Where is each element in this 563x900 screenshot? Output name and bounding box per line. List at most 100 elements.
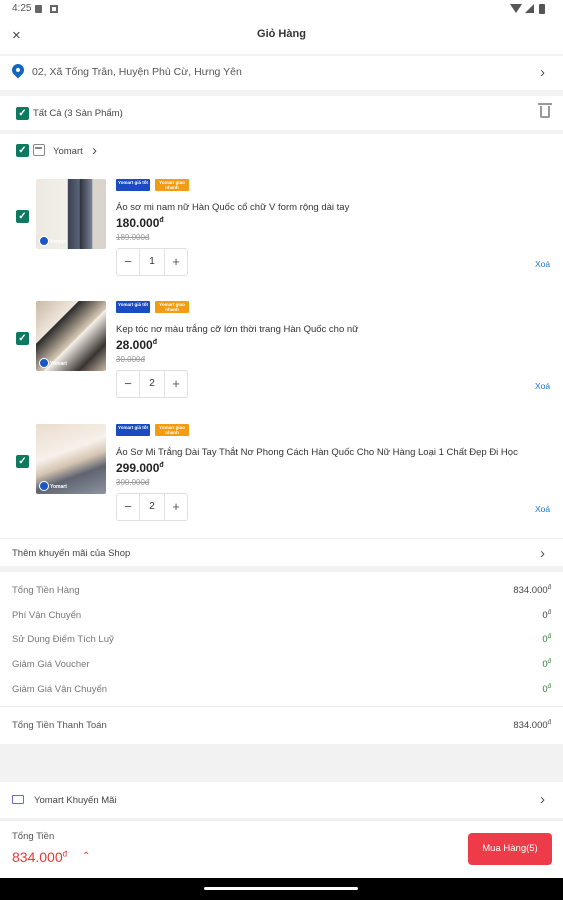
product-name[interactable]: Áo Sơ Mi Trắng Dài Tay Thắt Nơ Phong Các…: [116, 447, 518, 458]
home-indicator[interactable]: [204, 887, 358, 890]
increase-button[interactable]: +: [164, 494, 187, 520]
tag-gia-tot: Yomart giá tốt: [116, 424, 150, 436]
summary-label: Tổng Tiền Hàng: [12, 585, 80, 596]
address-text: 02, Xã Tống Trân, Huyện Phù Cừ, Hưng Yên: [32, 66, 242, 78]
address-row[interactable]: 02, Xã Tống Trân, Huyện Phù Cừ, Hưng Yên…: [0, 56, 563, 90]
product-image[interactable]: Yomart: [36, 301, 106, 371]
product-price: 299.000đ: [116, 461, 164, 475]
quantity-stepper: − 2 +: [116, 493, 188, 521]
tag-giao-nhanh: Yomart giao nhanh: [155, 179, 189, 191]
original-price: 30.000đ: [116, 355, 145, 364]
summary-value: 0đ: [542, 659, 551, 671]
status-time: 4:25: [12, 3, 32, 14]
product-name[interactable]: Áo sơ mi nam nữ Hàn Quốc cổ chữ V form r…: [116, 202, 349, 213]
yomart-promo-label: Yomart Khuyến Mãi: [34, 795, 117, 806]
quantity-stepper: − 1 +: [116, 248, 188, 276]
buy-button[interactable]: Mua Hàng(5): [468, 833, 552, 865]
chevron-right-icon[interactable]: ›: [92, 143, 97, 158]
decrease-button[interactable]: −: [117, 494, 140, 520]
quantity-value[interactable]: 2: [140, 371, 164, 397]
product-price: 180.000đ: [116, 216, 164, 230]
cart-item: ✓ Yomart Yomart giá tốt Yomart giao nhan…: [0, 424, 563, 534]
product-price: 28.000đ: [116, 338, 157, 352]
quantity-stepper: − 2 +: [116, 370, 188, 398]
shop-promo-label: Thêm khuyến mãi của Shop: [12, 548, 131, 559]
select-all-row: ✓ Tất Cả (3 Sản Phẩm): [0, 96, 563, 130]
verified-badge-icon: [39, 236, 49, 246]
summary-label: Giảm Giá Vận Chuyển: [12, 684, 108, 695]
product-name[interactable]: Kẹp tóc nơ màu trắng cỡ lớn thời trang H…: [116, 324, 359, 335]
summary-value: 0đ: [542, 684, 551, 696]
shop-checkbox[interactable]: ✓: [16, 144, 29, 157]
location-pin-icon: [9, 61, 27, 79]
grand-total-value: 834.000đ: [513, 720, 551, 732]
product-image[interactable]: Yomart: [36, 424, 106, 494]
select-all-label: Tất Cả (3 Sản Phẩm): [33, 108, 123, 119]
tag-gia-tot: Yomart giá tốt: [116, 301, 150, 313]
checkout-footer: Tổng Tiền 834.000đ ⌃ Mua Hàng(5): [0, 820, 563, 878]
shop-section: ✓ Yomart › ✓ Yomart Yomart giá tốt Yomar…: [0, 134, 563, 564]
page-title: Giỏ Hàng: [257, 28, 306, 40]
summary-value: 834.000đ: [513, 585, 551, 597]
grand-total-row: Tổng Tiền Thanh Toán 834.000đ: [12, 720, 551, 736]
cart-item: ✓ Yomart Yomart giá tốt Yomart giao nhan…: [0, 301, 563, 411]
quantity-value[interactable]: 2: [140, 494, 164, 520]
trash-icon[interactable]: [538, 103, 552, 118]
tag-giao-nhanh: Yomart giao nhanh: [155, 424, 189, 436]
shop-name[interactable]: Yomart: [53, 146, 83, 157]
yomart-promo-row[interactable]: Yomart Khuyến Mãi ›: [0, 782, 563, 818]
chevron-right-icon: ›: [540, 64, 545, 81]
chevron-up-icon[interactable]: ⌃: [82, 851, 90, 862]
tag-giao-nhanh: Yomart giao nhanh: [155, 301, 189, 313]
summary-row: Tổng Tiền Hàng 834.000đ: [12, 585, 551, 601]
original-price: 300.000đ: [116, 478, 150, 487]
summary-row: Giảm Giá Voucher 0đ: [12, 659, 551, 675]
signal-icon: [525, 4, 534, 13]
store-icon: [33, 144, 45, 156]
divider: [0, 706, 563, 707]
chevron-right-icon: ›: [540, 545, 545, 562]
summary-row: Phí Vận Chuyển 0đ: [12, 610, 551, 626]
summary-label: Giảm Giá Voucher: [12, 659, 90, 670]
cart-item: ✓ Yomart Yomart giá tốt Yomart giao nhan…: [0, 179, 563, 289]
summary-label: Phí Vận Chuyển: [12, 610, 82, 621]
total-value: 834.000đ: [12, 849, 68, 865]
decrease-button[interactable]: −: [117, 249, 140, 275]
sim-icon: [35, 5, 42, 13]
yomart-watermark: Yomart: [50, 484, 67, 490]
notification-icon: [50, 5, 58, 13]
shop-promo-row[interactable]: Thêm khuyến mãi của Shop ›: [0, 538, 563, 566]
item-checkbox[interactable]: ✓: [16, 455, 29, 468]
summary-value: 0đ: [542, 610, 551, 622]
header: × Giỏ Hàng: [0, 18, 563, 54]
total-label: Tổng Tiền: [12, 831, 55, 842]
status-bar: 4:25: [0, 0, 563, 18]
system-nav-bar: [0, 878, 563, 900]
voucher-icon: [12, 795, 24, 804]
increase-button[interactable]: +: [164, 249, 187, 275]
tag-gia-tot: Yomart giá tốt: [116, 179, 150, 191]
wifi-icon: [510, 4, 522, 13]
yomart-watermark: Yomart: [50, 239, 67, 245]
increase-button[interactable]: +: [164, 371, 187, 397]
summary-label: Sử Dụng Điểm Tích Luỹ: [12, 634, 114, 645]
remove-link[interactable]: Xoá: [535, 504, 550, 514]
select-all-checkbox[interactable]: ✓: [16, 107, 29, 120]
grand-total-label: Tổng Tiền Thanh Toán: [12, 720, 107, 731]
item-checkbox[interactable]: ✓: [16, 332, 29, 345]
chevron-right-icon: ›: [540, 791, 545, 808]
order-summary: Tổng Tiền Hàng 834.000đ Phí Vận Chuyển 0…: [0, 572, 563, 744]
verified-badge-icon: [39, 481, 49, 491]
verified-badge-icon: [39, 358, 49, 368]
quantity-value[interactable]: 1: [140, 249, 164, 275]
decrease-button[interactable]: −: [117, 371, 140, 397]
original-price: 189.000đ: [116, 233, 150, 242]
remove-link[interactable]: Xoá: [535, 381, 550, 391]
summary-row: Giảm Giá Vận Chuyển 0đ: [12, 684, 551, 700]
item-checkbox[interactable]: ✓: [16, 210, 29, 223]
yomart-watermark: Yomart: [50, 361, 67, 367]
product-image[interactable]: Yomart: [36, 179, 106, 249]
summary-row: Sử Dụng Điểm Tích Luỹ 0đ: [12, 634, 551, 650]
battery-icon: [539, 4, 545, 14]
remove-link[interactable]: Xoá: [535, 259, 550, 269]
